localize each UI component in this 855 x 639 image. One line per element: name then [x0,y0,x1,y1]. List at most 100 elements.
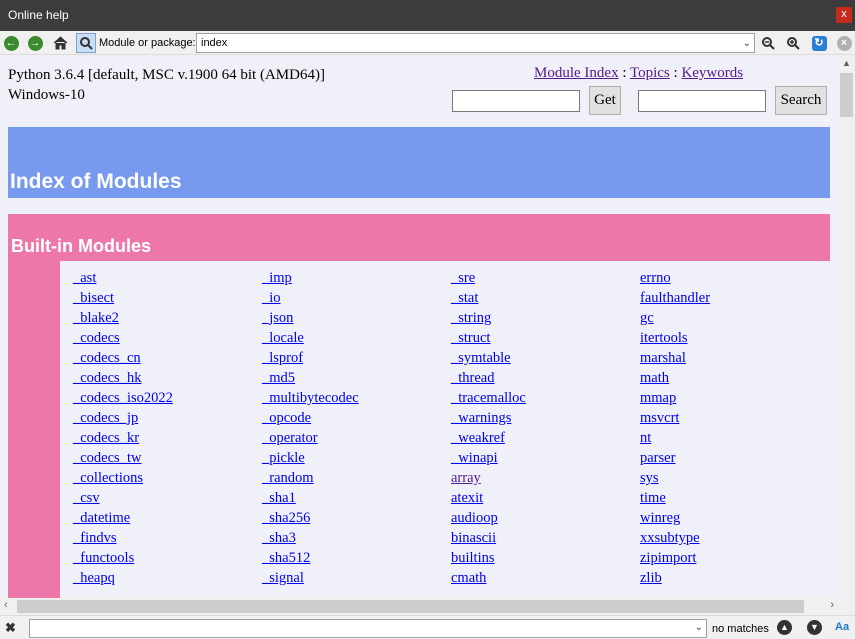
module-link[interactable]: _string [451,308,640,328]
module-link[interactable]: faulthandler [640,288,829,308]
module-link[interactable]: _codecs_cn [73,348,262,368]
module-link[interactable]: binascii [451,528,640,548]
search-input[interactable] [638,90,766,112]
find-next-icon[interactable]: ▼ [807,620,822,635]
module-link[interactable]: _random [262,468,451,488]
back-icon[interactable]: ← [1,33,21,53]
module-link[interactable]: parser [640,448,829,468]
find-previous-icon[interactable]: ▲ [777,620,792,635]
module-link[interactable]: winreg [640,508,829,528]
module-link[interactable]: gc [640,308,829,328]
module-index-link[interactable]: Module Index [534,65,619,81]
search-icon[interactable] [76,33,96,53]
module-link[interactable]: _codecs_tw [73,448,262,468]
close-find-icon[interactable]: ✖ [5,620,16,636]
module-link[interactable]: _findvs [73,528,262,548]
module-link[interactable]: _tracemalloc [451,388,640,408]
module-link[interactable]: _sha256 [262,508,451,528]
find-input[interactable]: ⌄ [29,619,707,638]
module-link[interactable]: _codecs_hk [73,368,262,388]
keywords-link[interactable]: Keywords [681,65,743,81]
find-bar: ✖ ⌄ no matches ▲ ▼ Aa [0,615,855,639]
module-link[interactable]: itertools [640,328,829,348]
os-version: Windows-10 [8,87,85,103]
module-link[interactable]: _bisect [73,288,262,308]
match-case-icon[interactable]: Aa [835,621,849,633]
module-link[interactable]: _codecs_kr [73,428,262,448]
scroll-up-icon[interactable]: ▲ [838,58,855,68]
horizontal-scrollbar[interactable]: ‹ › [0,598,838,615]
topics-link[interactable]: Topics [630,65,670,81]
module-link[interactable]: msvcrt [640,408,829,428]
module-link[interactable]: marshal [640,348,829,368]
module-link[interactable]: errno [640,268,829,288]
module-link[interactable]: zipimport [640,548,829,568]
module-link[interactable]: _heapq [73,568,262,588]
module-link[interactable]: _weakref [451,428,640,448]
module-link[interactable]: _json [262,308,451,328]
module-link[interactable]: _signal [262,568,451,588]
horizontal-scroll-thumb[interactable] [17,600,804,613]
home-icon[interactable] [50,33,70,53]
get-input[interactable] [452,90,580,112]
module-link[interactable]: _sha1 [262,488,451,508]
scroll-right-icon[interactable]: › [830,599,834,611]
module-link[interactable]: array [451,468,640,488]
module-link[interactable]: _symtable [451,348,640,368]
forward-icon[interactable]: → [25,33,45,53]
stop-icon[interactable]: × [834,33,854,53]
module-link[interactable]: _locale [262,328,451,348]
module-link[interactable]: _datetime [73,508,262,528]
search-button[interactable]: Search [775,86,827,115]
top-links: Module Index : Topics : Keywords [534,65,743,82]
chevron-down-icon[interactable]: ⌄ [743,38,751,49]
module-link[interactable]: _stat [451,288,640,308]
chevron-down-icon[interactable]: ⌄ [695,622,703,633]
module-link[interactable]: _warnings [451,408,640,428]
module-link[interactable]: _md5 [262,368,451,388]
module-link[interactable]: _ast [73,268,262,288]
window-title: Online help [8,8,69,22]
module-link[interactable]: time [640,488,829,508]
vertical-scrollbar[interactable]: ▲ [838,56,855,598]
module-link[interactable]: mmap [640,388,829,408]
module-link[interactable]: _sha3 [262,528,451,548]
vertical-scroll-thumb[interactable] [840,73,853,117]
module-link[interactable]: _functools [73,548,262,568]
module-link[interactable]: _pickle [262,448,451,468]
module-input[interactable]: index ⌄ [196,33,755,53]
module-link[interactable]: math [640,368,829,388]
module-link[interactable]: _blake2 [73,308,262,328]
module-link[interactable]: _struct [451,328,640,348]
module-link[interactable]: audioop [451,508,640,528]
module-link[interactable]: _codecs_iso2022 [73,388,262,408]
module-link[interactable]: _imp [262,268,451,288]
section-margin [8,261,60,598]
module-link[interactable]: _thread [451,368,640,388]
close-icon[interactable]: x [836,7,852,23]
module-link[interactable]: _collections [73,468,262,488]
module-link[interactable]: zlib [640,568,829,588]
zoom-out-icon[interactable] [758,33,778,53]
module-link[interactable]: _lsprof [262,348,451,368]
module-link[interactable]: _csv [73,488,262,508]
get-button[interactable]: Get [589,86,621,115]
module-link[interactable]: _opcode [262,408,451,428]
module-link[interactable]: xxsubtype [640,528,829,548]
module-link[interactable]: atexit [451,488,640,508]
module-link[interactable]: _winapi [451,448,640,468]
module-link[interactable]: cmath [451,568,640,588]
module-link[interactable]: builtins [451,548,640,568]
module-link[interactable]: _codecs_jp [73,408,262,428]
module-link[interactable]: _codecs [73,328,262,348]
module-link[interactable]: _sha512 [262,548,451,568]
refresh-icon[interactable]: ↻ [809,33,829,53]
scroll-left-icon[interactable]: ‹ [4,599,8,611]
module-link[interactable]: _operator [262,428,451,448]
module-link[interactable]: _sre [451,268,640,288]
module-link[interactable]: _io [262,288,451,308]
zoom-in-icon[interactable] [783,33,803,53]
module-link[interactable]: nt [640,428,829,448]
module-link[interactable]: _multibytecodec [262,388,451,408]
module-link[interactable]: sys [640,468,829,488]
